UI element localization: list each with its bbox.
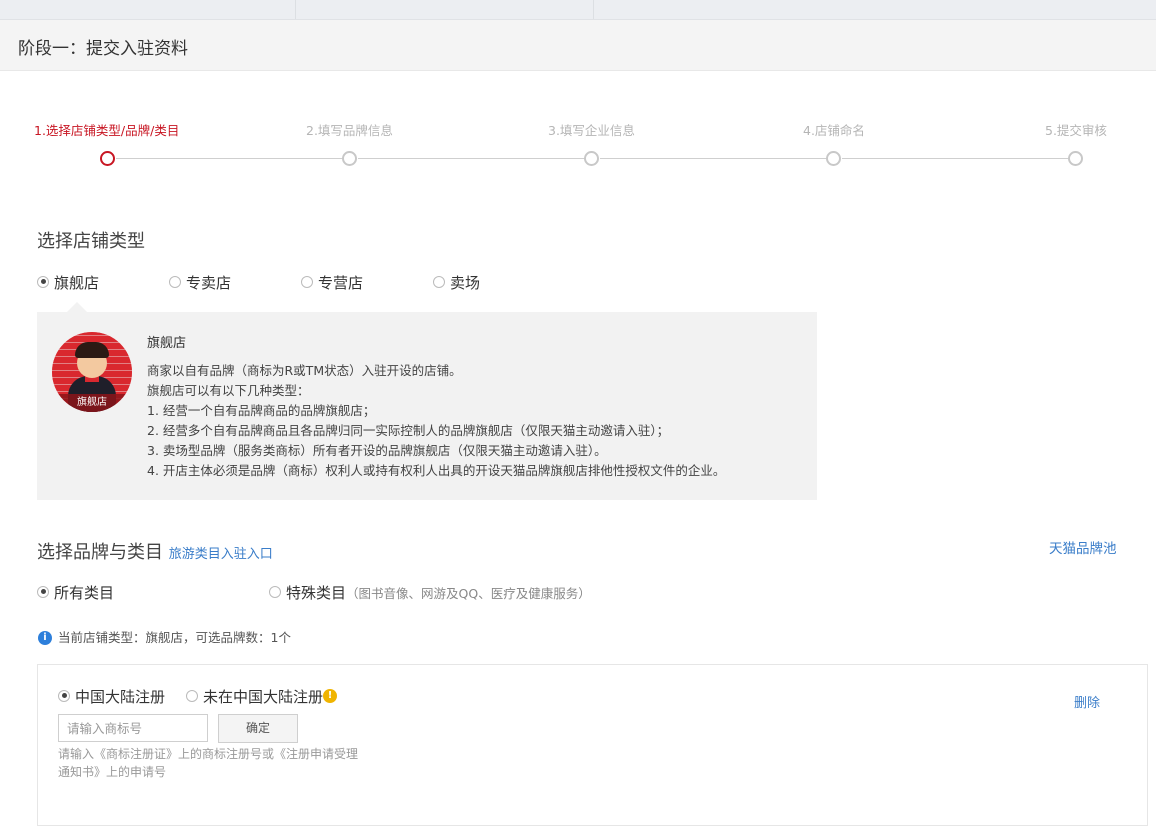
radio-unchecked-icon xyxy=(269,585,281,598)
info-line: 2. 经营多个自有品牌商品且各品牌归同一实际控制人的品牌旗舰店（仅限天猫主动邀请… xyxy=(147,423,670,438)
category-special-label: 特殊类目 xyxy=(286,584,347,602)
radio-unchecked-icon xyxy=(301,275,313,288)
category-options: 所有类目 特殊类目（图书音像、网游及QQ、医疗及健康服务） xyxy=(37,582,737,604)
shop-type-exclusive-label: 专卖店 xyxy=(186,274,232,292)
brand-count-notice: i 当前店铺类型：旗舰店，可选品牌数：1个 xyxy=(38,627,291,646)
reg-mainland-label: 中国大陆注册 xyxy=(75,688,166,706)
step-5-dot xyxy=(1068,151,1083,166)
shop-type-title: 选择店铺类型 xyxy=(37,231,145,252)
warning-icon[interactable]: ! xyxy=(323,688,338,703)
info-line: 1. 经营一个自有品牌商品的品牌旗舰店； xyxy=(147,403,376,418)
brand-category-title: 选择品牌与类目 旅游类目入驻入口 xyxy=(37,538,273,564)
shop-type-flagship[interactable]: 旗舰店 xyxy=(37,272,99,293)
tmall-brand-pool-link[interactable]: 天猫品牌池 xyxy=(1049,537,1117,557)
shop-type-mall[interactable]: 卖场 xyxy=(433,272,480,293)
radio-checked-icon xyxy=(58,689,70,702)
shop-type-specialty[interactable]: 专营店 xyxy=(301,272,363,293)
shop-type-exclusive[interactable]: 专卖店 xyxy=(169,272,231,293)
category-all-label: 所有类目 xyxy=(54,584,115,602)
registration-options: 中国大陆注册 未在中国大陆注册! xyxy=(58,686,558,708)
hint-line: 请输入《商标注册证》上的商标注册号或《注册申请受理 xyxy=(58,747,359,761)
step-3-dot xyxy=(584,151,599,166)
info-line: 4. 开店主体必须是品牌（商标）权利人或持有权利人出具的开设天猫品牌旗舰店排他性… xyxy=(147,463,726,478)
radio-unchecked-icon xyxy=(169,275,181,288)
info-line: 3. 卖场型品牌（服务类商标）所有者开设的品牌旗舰店（仅限天猫主动邀请入驻）。 xyxy=(147,443,607,458)
top-tab-strip xyxy=(0,0,1156,20)
delete-brand-link[interactable]: 删除 xyxy=(1074,692,1100,711)
step-3-label: 3.填写企业信息 xyxy=(548,123,635,138)
page-title: 阶段一：提交入驻资料 xyxy=(18,39,188,59)
shop-type-mall-label: 卖场 xyxy=(450,274,481,292)
info-icon: i xyxy=(38,630,52,645)
radio-checked-icon xyxy=(37,275,49,288)
radio-unchecked-icon xyxy=(186,689,198,702)
info-line: 商家以自有品牌（商标为R或TM状态）入驻开设的店铺。 xyxy=(147,363,462,378)
confirm-button[interactable]: 确定 xyxy=(218,714,298,743)
step-2-dot xyxy=(342,151,357,166)
step-1-dot xyxy=(100,151,115,166)
brand-count-notice-text: 当前店铺类型：旗舰店，可选品牌数：1个 xyxy=(58,630,291,645)
step-connector xyxy=(116,158,344,159)
progress-steps: 1.选择店铺类型/品牌/类目 2.填写品牌信息 3.填写企业信息 4.店铺命名 … xyxy=(0,120,1156,180)
radio-unchecked-icon xyxy=(433,275,445,288)
shop-type-options: 旗舰店 专卖店 专营店 卖场 xyxy=(37,272,637,294)
info-heading: 旗舰店 xyxy=(147,336,187,351)
category-all[interactable]: 所有类目 xyxy=(37,582,114,603)
trademark-number-input[interactable] xyxy=(58,714,208,742)
info-line: 旗舰店可以有以下几种类型： xyxy=(147,383,310,398)
infobox-pointer xyxy=(67,302,87,312)
step-connector xyxy=(600,158,828,159)
page-header: 阶段一：提交入驻资料 xyxy=(0,20,1156,71)
step-2-label: 2.填写品牌信息 xyxy=(306,123,393,138)
reg-non-mainland-label: 未在中国大陆注册 xyxy=(203,688,324,706)
brand-entry-panel: 中国大陆注册 未在中国大陆注册! 删除 确定 请输入《商标注册证》上的商标注册号… xyxy=(37,664,1148,826)
category-special-note: （图书音像、网游及QQ、医疗及健康服务） xyxy=(346,586,591,601)
step-4-dot xyxy=(826,151,841,166)
shop-type-specialty-label: 专营店 xyxy=(318,274,364,292)
reg-non-mainland[interactable]: 未在中国大陆注册! xyxy=(186,686,338,707)
hint-line: 通知书》上的申请号 xyxy=(58,765,167,779)
top-tab[interactable] xyxy=(0,0,296,19)
brand-category-title-text: 选择品牌与类目 xyxy=(37,542,163,563)
step-1-label: 1.选择店铺类型/品牌/类目 xyxy=(34,123,180,138)
step-connector xyxy=(842,158,1070,159)
shop-type-flagship-label: 旗舰店 xyxy=(54,274,100,292)
travel-category-link[interactable]: 旅游类目入驻入口 xyxy=(169,547,273,562)
avatar-tag: 旗舰店 xyxy=(52,394,132,412)
shop-type-info-panel: 旗舰店 旗舰店 商家以自有品牌（商标为R或TM状态）入驻开设的店铺。 旗舰店可以… xyxy=(37,312,817,500)
top-tab[interactable] xyxy=(296,0,594,19)
flagship-mascot-image: 旗舰店 xyxy=(52,332,132,412)
category-special[interactable]: 特殊类目（图书音像、网游及QQ、医疗及健康服务） xyxy=(269,582,591,603)
step-5-label: 5.提交审核 xyxy=(1045,123,1107,138)
reg-mainland[interactable]: 中国大陆注册 xyxy=(58,686,165,707)
radio-checked-icon xyxy=(37,585,49,598)
step-connector xyxy=(358,158,586,159)
shop-type-description: 旗舰店 商家以自有品牌（商标为R或TM状态）入驻开设的店铺。 旗舰店可以有以下几… xyxy=(147,334,725,481)
step-4-label: 4.店铺命名 xyxy=(803,123,865,138)
trademark-hint: 请输入《商标注册证》上的商标注册号或《注册申请受理 通知书》上的申请号 xyxy=(58,745,368,781)
